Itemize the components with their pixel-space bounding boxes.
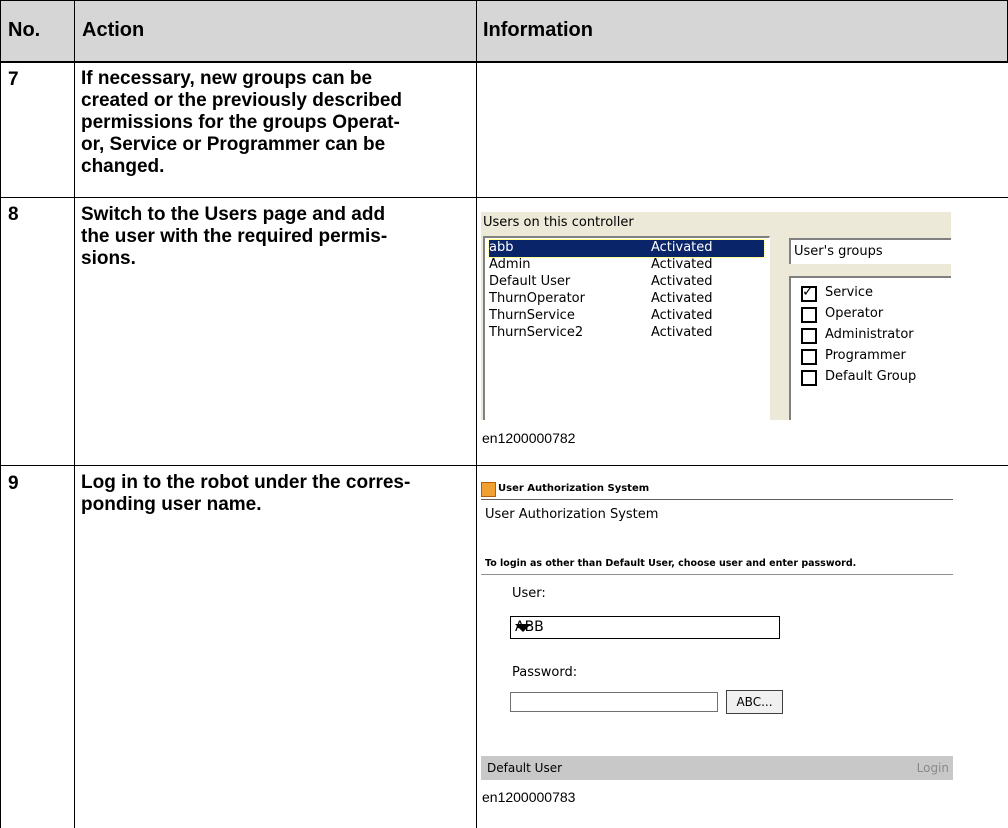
users-groups-field[interactable]: User's groups xyxy=(789,238,951,264)
action-text: If necessary, new groups can be created o… xyxy=(81,68,476,178)
group-checkbox[interactable] xyxy=(801,307,817,323)
user-status: Activated xyxy=(651,257,713,272)
column-divider xyxy=(74,0,75,828)
figure-caption: en1200000783 xyxy=(482,789,576,805)
action-line: the user with the required permis- xyxy=(81,226,476,248)
row-number: 8 xyxy=(8,204,19,225)
row-divider xyxy=(0,197,1008,198)
user-status: Activated xyxy=(651,291,713,306)
login-dialog-screenshot: User Authorization System User Authoriza… xyxy=(481,480,953,780)
emphasized-term: Programmer xyxy=(206,134,320,155)
user-status: Activated xyxy=(651,274,713,289)
divider xyxy=(481,499,953,500)
login-button[interactable]: Login xyxy=(917,761,949,775)
emphasized-term: Operat- xyxy=(332,112,400,133)
dialog-heading: User Authorization System xyxy=(485,507,659,522)
action-line: If necessary, new groups can be xyxy=(81,68,476,90)
password-field[interactable] xyxy=(510,692,718,712)
emphasized-term: Service xyxy=(109,134,178,155)
text-run: sions. xyxy=(81,248,136,269)
current-user: Default User xyxy=(487,761,563,775)
password-label: Password: xyxy=(512,665,578,680)
row-divider xyxy=(0,0,1008,1)
group-label: Service xyxy=(825,285,874,300)
users-panel-screenshot: Users on this controller abb Activated A… xyxy=(481,212,951,420)
user-status: Activated xyxy=(651,240,713,255)
action-line: ponding user name. xyxy=(81,494,476,516)
figure-caption: en1200000782 xyxy=(482,430,576,446)
checkmark-icon: ✓ xyxy=(802,284,814,300)
user-row[interactable]: Admin Activated xyxy=(489,257,764,274)
window-titlebar: User Authorization System xyxy=(481,480,953,500)
user-name: ThurnOperator xyxy=(489,291,585,306)
text-run: created or the previously described xyxy=(81,90,403,111)
users-groups-label: User's groups xyxy=(794,244,883,259)
action-text: Log in to the robot under the corres-pon… xyxy=(81,472,476,516)
row-divider xyxy=(0,465,1008,466)
chevron-down-icon[interactable] xyxy=(515,624,531,632)
action-line: permissions for the groups Operat- xyxy=(81,112,476,134)
group-checkbox[interactable] xyxy=(801,328,817,344)
text-run: the user with the required permis- xyxy=(81,226,388,247)
group-checkbox[interactable] xyxy=(801,370,817,386)
user-row[interactable]: ThurnService2 Activated xyxy=(489,325,764,342)
text-run: or xyxy=(177,134,207,155)
text-run: permissions for the groups xyxy=(81,112,333,133)
action-line: sions. xyxy=(81,248,476,270)
text-run: can be xyxy=(319,134,386,155)
text-run: Log in to the robot under the corres- xyxy=(81,472,411,493)
group-label: Programmer xyxy=(825,348,906,363)
text-run: ponding user name. xyxy=(81,494,262,515)
emphasized-term: or xyxy=(81,134,99,155)
user-label: User: xyxy=(512,586,546,601)
user-row[interactable]: ThurnOperator Activated xyxy=(489,291,764,308)
app-icon xyxy=(481,482,496,497)
divider xyxy=(481,574,953,575)
action-line: Log in to the robot under the corres- xyxy=(81,472,476,494)
group-checkbox[interactable]: ✓ xyxy=(801,284,817,302)
user-name: ThurnService xyxy=(489,308,575,323)
action-line: Switch to the Users page and add xyxy=(81,204,476,226)
window-title: User Authorization System xyxy=(498,483,650,494)
text-run: changed. xyxy=(81,156,165,177)
table-border-left xyxy=(0,0,1,828)
users-list[interactable]: abb Activated Admin Activated Default Us… xyxy=(483,236,770,420)
text-run: page and add xyxy=(257,204,386,225)
user-row[interactable]: ThurnService Activated xyxy=(489,308,764,325)
users-panel-title: Users on this controller xyxy=(483,215,634,230)
user-select[interactable]: ABB xyxy=(510,616,780,639)
text-run: If necessary, new groups can be xyxy=(81,68,373,89)
user-name: abb xyxy=(489,240,514,255)
user-name: ThurnService2 xyxy=(489,325,584,340)
action-line: or, Service or Programmer can be xyxy=(81,134,476,156)
status-bar: Default User Login xyxy=(481,756,953,780)
header-no: No. xyxy=(8,19,41,41)
groups-list: ✓ Service Operator Administrator Program… xyxy=(789,276,951,420)
text-run: , xyxy=(98,134,110,155)
group-label: Administrator xyxy=(825,327,914,342)
user-status: Activated xyxy=(651,308,713,323)
text-run: Switch to the xyxy=(81,204,205,225)
group-checkbox[interactable] xyxy=(801,349,817,365)
user-name: Admin xyxy=(489,257,531,272)
user-status: Activated xyxy=(651,325,713,340)
user-row[interactable]: abb Activated xyxy=(488,239,765,258)
action-line: created or the previously described xyxy=(81,90,476,112)
user-row[interactable]: Default User Activated xyxy=(489,274,764,291)
abc-keyboard-button[interactable]: ABC... xyxy=(726,690,783,714)
header-information: Information xyxy=(483,19,593,41)
login-instruction: To login as other than Default User, cho… xyxy=(485,558,857,569)
action-line: changed. xyxy=(81,156,476,178)
emphasized-term: Users xyxy=(204,204,258,225)
row-divider xyxy=(0,61,1008,63)
column-divider xyxy=(476,0,477,828)
row-number: 9 xyxy=(8,473,19,494)
group-label: Operator xyxy=(825,306,884,321)
user-name: Default User xyxy=(489,274,571,289)
group-label: Default Group xyxy=(825,369,917,384)
action-text: Switch to the Users page and add the user… xyxy=(81,204,476,270)
header-action: Action xyxy=(82,19,145,41)
row-number: 7 xyxy=(8,69,19,90)
